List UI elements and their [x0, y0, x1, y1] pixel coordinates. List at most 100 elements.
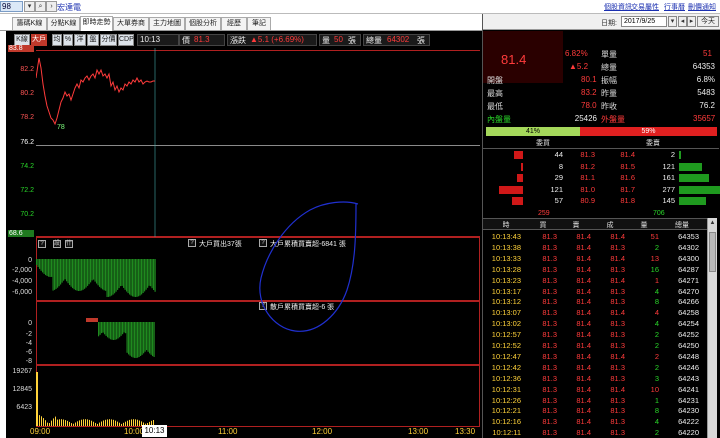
next-icon[interactable]: ›	[46, 1, 57, 12]
trade-cell: 81.4	[610, 384, 625, 394]
ask-bar	[679, 162, 702, 171]
orderbook-row[interactable]: 121 81.0 81.7 277	[483, 184, 720, 195]
tab-big-brokers[interactable]: 大單券商	[113, 17, 149, 30]
tab-history[interactable]: 經歷	[221, 17, 247, 30]
help-icon[interactable]: ?	[38, 240, 46, 248]
dropdown-icon[interactable]: ▾	[24, 1, 35, 12]
trade-row[interactable]: 10:13:38 81.3 81.4 81.3 2 64302	[483, 243, 707, 254]
volume-bar	[49, 423, 50, 426]
ask-qty: 277	[662, 184, 675, 194]
histogram-bar	[109, 259, 111, 297]
volume-bar	[91, 420, 92, 426]
histogram-bar	[82, 259, 84, 290]
link-calendar[interactable]: 行事曆	[664, 2, 685, 12]
outer-ratio-bar: 59%	[580, 127, 717, 136]
cdp-button[interactable]: CDP	[118, 34, 134, 46]
trade-cell: 81.4	[576, 428, 591, 438]
trade-cell: 81.3	[542, 428, 557, 438]
tab-main-map[interactable]: 主力地圖	[149, 17, 185, 30]
link-stock-info[interactable]: 個股資訊	[604, 2, 632, 12]
trades-scrollbar[interactable]: ▲	[707, 218, 717, 438]
link-price-alert[interactable]: 刪價通知	[688, 2, 716, 12]
histogram-bar	[52, 259, 54, 291]
tab-notes[interactable]: 筆記	[247, 17, 271, 30]
help-icon[interactable]: ?	[188, 239, 196, 247]
trade-row[interactable]: 10:13:28 81.3 81.4 81.3 16 64287	[483, 265, 707, 276]
histogram-bar	[135, 322, 137, 358]
trade-row[interactable]: 10:12:42 81.3 81.4 81.3 2 64246	[483, 363, 707, 374]
trade-row[interactable]: 10:12:16 81.3 81.4 81.3 4 64222	[483, 417, 707, 428]
volume-bar	[73, 423, 74, 426]
histogram-bar	[112, 259, 114, 295]
tab-chip-kline[interactable]: 籌碼K線	[12, 17, 47, 30]
trade-cell: 64248	[678, 351, 699, 361]
price-label: 80.2	[20, 90, 34, 97]
trade-cell: 10:12:36	[491, 373, 521, 383]
ind1-label: 0	[28, 257, 32, 264]
histogram-bar	[122, 322, 124, 335]
volume-bar	[69, 421, 70, 426]
tab-realtime[interactable]: 即時走勢	[80, 16, 113, 31]
info-price-label: 價	[182, 36, 190, 45]
trade-row[interactable]: 10:12:57 81.3 81.4 81.3 2 64252	[483, 330, 707, 341]
stock-code-input[interactable]: 98	[0, 1, 23, 12]
trade-row[interactable]: 10:12:47 81.3 81.4 81.4 2 64248	[483, 352, 707, 363]
link-trade-attr[interactable]: 交易屬性	[631, 2, 659, 12]
ask-price: 81.4	[620, 150, 635, 159]
scroll-up-icon[interactable]: ▲	[709, 220, 716, 228]
info-change: ▲5.1 (+6.69%)	[250, 35, 304, 44]
trade-row[interactable]: 10:13:07 81.3 81.4 81.4 4 64258	[483, 308, 707, 319]
tab-stock-analysis[interactable]: 個股分析	[185, 17, 221, 30]
trade-row[interactable]: 10:12:11 81.3 81.4 81.3 2 64220	[483, 428, 707, 438]
prev-day-icon[interactable]: ◂	[678, 16, 687, 27]
board-button[interactable]: 盤	[87, 34, 99, 46]
orderbook-row[interactable]: 29 81.1 81.6 161	[483, 173, 719, 183]
stat-label: 最高	[487, 89, 503, 98]
stat-value: 83.2	[581, 88, 597, 97]
histogram-bar	[149, 322, 151, 354]
trade-cell: 81.3	[610, 395, 625, 405]
histogram-bar	[144, 322, 146, 352]
trade-row[interactable]: 10:13:17 81.3 81.4 81.3 4 64270	[483, 287, 707, 298]
what-icon[interactable]: 什	[65, 240, 73, 248]
trade-cell: 64252	[678, 330, 699, 340]
next-day-icon[interactable]: ▸	[687, 16, 696, 27]
stat-label: 振幅	[601, 76, 617, 85]
date-input[interactable]: 2017/9/25	[621, 16, 667, 27]
trade-row[interactable]: 10:13:12 81.3 81.4 81.3 8 64266	[483, 297, 707, 308]
trade-row[interactable]: 10:13:23 81.3 81.4 81.4 1 64271	[483, 276, 707, 287]
trade-row[interactable]: 10:12:21 81.3 81.4 81.3 8 64230	[483, 406, 707, 417]
price-dist-button[interactable]: 分價	[100, 34, 117, 46]
scroll-thumb[interactable]	[709, 232, 716, 272]
trade-cell: 81.3	[542, 362, 557, 372]
trade-cell: 81.3	[542, 351, 557, 361]
orderbook-row[interactable]: 44 81.3 81.4 2	[483, 150, 719, 160]
trade-row[interactable]: 10:12:31 81.3 81.4 81.4 10 64241	[483, 385, 707, 396]
orderbook-row[interactable]: 8 81.2 81.5 121	[483, 162, 719, 172]
date-dropdown-icon[interactable]: ▾	[668, 16, 677, 27]
percent-button[interactable]: %	[63, 34, 73, 46]
tab-branch-kline[interactable]: 分點K線	[47, 17, 80, 30]
orderbook-row[interactable]: 57 80.9 81.8 145	[483, 196, 719, 206]
bid-price: 80.9	[580, 196, 595, 205]
ind1-annotation-a: 大戶買出37張	[199, 241, 242, 248]
trade-row[interactable]: 10:13:02 81.3 81.4 81.3 4 64254	[483, 319, 707, 330]
trade-cell: 10:13:07	[491, 308, 521, 318]
trade-row[interactable]: 10:12:52 81.3 81.4 81.3 2 64250	[483, 341, 707, 352]
settings-icon[interactable]: 設	[53, 240, 61, 248]
price-label-bottom: 68.6	[8, 230, 34, 237]
histogram-bar	[100, 259, 102, 289]
histogram-bar	[66, 259, 68, 282]
avg-button[interactable]: 均	[52, 34, 62, 46]
stat-label: 昨收	[601, 102, 617, 111]
histogram-bar	[103, 259, 105, 291]
date-label: 日期:	[601, 20, 617, 27]
foreign-button[interactable]: 洋	[74, 34, 86, 46]
trade-row[interactable]: 10:12:36 81.3 81.4 81.3 3 64243	[483, 374, 707, 385]
histogram-bar	[36, 259, 38, 265]
trade-row[interactable]: 10:12:26 81.3 81.4 81.3 1 64231	[483, 396, 707, 407]
trade-row[interactable]: 10:13:43 81.3 81.4 81.4 51 64353	[483, 232, 707, 243]
trade-row[interactable]: 10:13:33 81.3 81.4 81.4 13 64300	[483, 254, 707, 265]
search-icon[interactable]: ⌕	[35, 1, 46, 12]
today-button[interactable]: 今天	[697, 16, 719, 27]
